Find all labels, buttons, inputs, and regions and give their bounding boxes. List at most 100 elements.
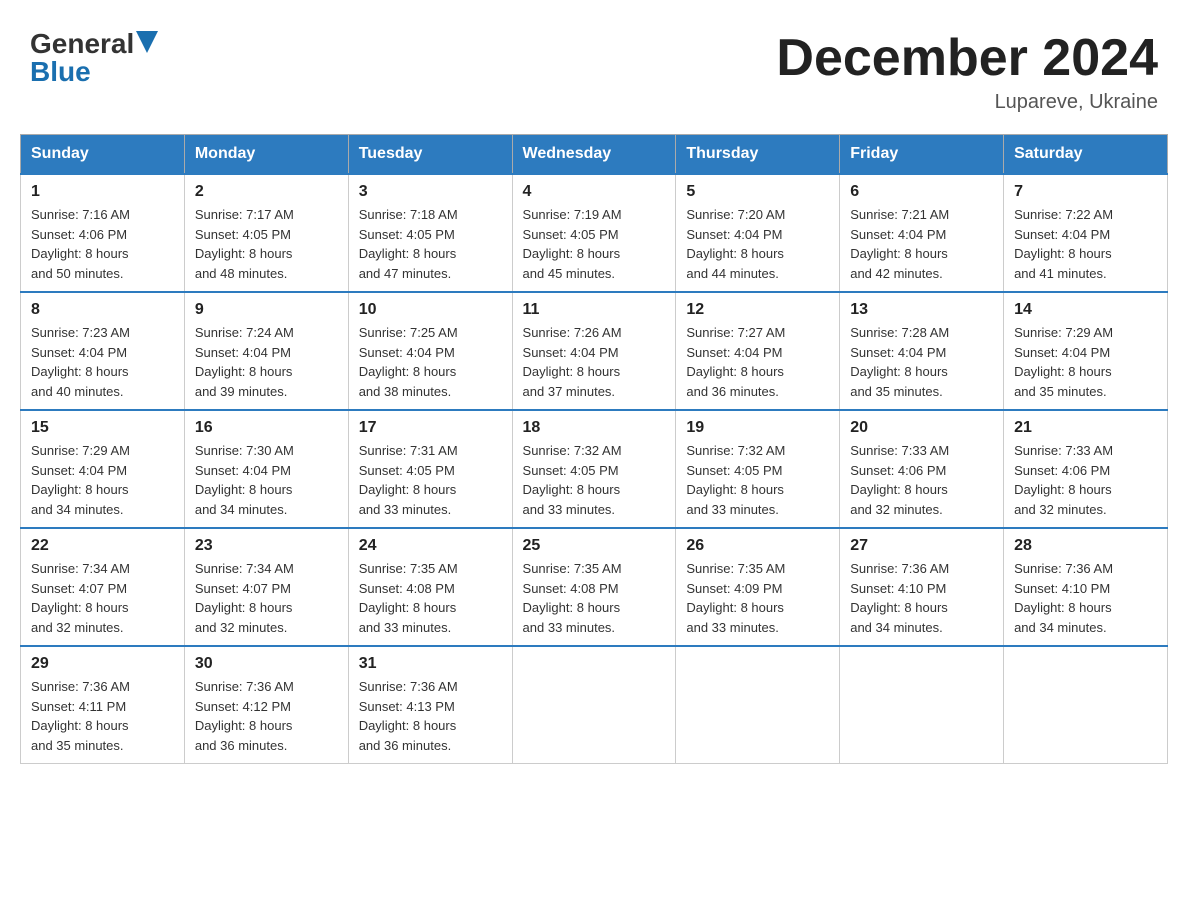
calendar-week-row: 8 Sunrise: 7:23 AMSunset: 4:04 PMDayligh…: [21, 292, 1168, 410]
day-number: 10: [359, 301, 502, 319]
col-friday: Friday: [840, 135, 1004, 175]
day-number: 8: [31, 301, 174, 319]
calendar-day-cell: 26 Sunrise: 7:35 AMSunset: 4:09 PMDaylig…: [676, 528, 840, 646]
day-number: 11: [523, 301, 666, 319]
day-info: Sunrise: 7:34 AMSunset: 4:07 PMDaylight:…: [195, 561, 294, 635]
calendar-day-cell: 31 Sunrise: 7:36 AMSunset: 4:13 PMDaylig…: [348, 646, 512, 764]
day-number: 16: [195, 419, 338, 437]
calendar-day-cell: 5 Sunrise: 7:20 AMSunset: 4:04 PMDayligh…: [676, 174, 840, 292]
month-year-title: December 2024: [776, 30, 1158, 87]
calendar-day-cell: [676, 646, 840, 764]
day-info: Sunrise: 7:36 AMSunset: 4:10 PMDaylight:…: [850, 561, 949, 635]
day-info: Sunrise: 7:32 AMSunset: 4:05 PMDaylight:…: [523, 443, 622, 517]
day-info: Sunrise: 7:27 AMSunset: 4:04 PMDaylight:…: [686, 325, 785, 399]
calendar-day-cell: 17 Sunrise: 7:31 AMSunset: 4:05 PMDaylig…: [348, 410, 512, 528]
col-thursday: Thursday: [676, 135, 840, 175]
day-info: Sunrise: 7:21 AMSunset: 4:04 PMDaylight:…: [850, 207, 949, 281]
page-header: General Blue December 2024 Lupareve, Ukr…: [20, 20, 1168, 114]
logo-triangle-icon: [136, 31, 158, 53]
day-info: Sunrise: 7:24 AMSunset: 4:04 PMDaylight:…: [195, 325, 294, 399]
calendar-day-cell: 28 Sunrise: 7:36 AMSunset: 4:10 PMDaylig…: [1004, 528, 1168, 646]
day-info: Sunrise: 7:33 AMSunset: 4:06 PMDaylight:…: [850, 443, 949, 517]
day-info: Sunrise: 7:29 AMSunset: 4:04 PMDaylight:…: [1014, 325, 1113, 399]
day-number: 18: [523, 419, 666, 437]
calendar-day-cell: 4 Sunrise: 7:19 AMSunset: 4:05 PMDayligh…: [512, 174, 676, 292]
day-info: Sunrise: 7:26 AMSunset: 4:04 PMDaylight:…: [523, 325, 622, 399]
col-monday: Monday: [184, 135, 348, 175]
day-info: Sunrise: 7:30 AMSunset: 4:04 PMDaylight:…: [195, 443, 294, 517]
logo: General Blue: [30, 30, 158, 86]
day-number: 23: [195, 537, 338, 555]
calendar-day-cell: 12 Sunrise: 7:27 AMSunset: 4:04 PMDaylig…: [676, 292, 840, 410]
calendar-day-cell: 6 Sunrise: 7:21 AMSunset: 4:04 PMDayligh…: [840, 174, 1004, 292]
day-number: 31: [359, 655, 502, 673]
day-info: Sunrise: 7:35 AMSunset: 4:08 PMDaylight:…: [523, 561, 622, 635]
day-info: Sunrise: 7:20 AMSunset: 4:04 PMDaylight:…: [686, 207, 785, 281]
day-number: 4: [523, 183, 666, 201]
calendar-day-cell: [1004, 646, 1168, 764]
day-info: Sunrise: 7:33 AMSunset: 4:06 PMDaylight:…: [1014, 443, 1113, 517]
day-info: Sunrise: 7:18 AMSunset: 4:05 PMDaylight:…: [359, 207, 458, 281]
day-info: Sunrise: 7:29 AMSunset: 4:04 PMDaylight:…: [31, 443, 130, 517]
day-number: 3: [359, 183, 502, 201]
col-saturday: Saturday: [1004, 135, 1168, 175]
day-info: Sunrise: 7:19 AMSunset: 4:05 PMDaylight:…: [523, 207, 622, 281]
logo-general: General: [30, 30, 134, 58]
day-info: Sunrise: 7:36 AMSunset: 4:11 PMDaylight:…: [31, 679, 130, 753]
calendar-day-cell: 7 Sunrise: 7:22 AMSunset: 4:04 PMDayligh…: [1004, 174, 1168, 292]
calendar-week-row: 1 Sunrise: 7:16 AMSunset: 4:06 PMDayligh…: [21, 174, 1168, 292]
day-info: Sunrise: 7:36 AMSunset: 4:12 PMDaylight:…: [195, 679, 294, 753]
location-subtitle: Lupareve, Ukraine: [776, 91, 1158, 114]
calendar-day-cell: [512, 646, 676, 764]
calendar-week-row: 29 Sunrise: 7:36 AMSunset: 4:11 PMDaylig…: [21, 646, 1168, 764]
day-number: 14: [1014, 301, 1157, 319]
day-number: 29: [31, 655, 174, 673]
calendar-day-cell: 16 Sunrise: 7:30 AMSunset: 4:04 PMDaylig…: [184, 410, 348, 528]
calendar-day-cell: 21 Sunrise: 7:33 AMSunset: 4:06 PMDaylig…: [1004, 410, 1168, 528]
day-info: Sunrise: 7:25 AMSunset: 4:04 PMDaylight:…: [359, 325, 458, 399]
day-number: 21: [1014, 419, 1157, 437]
calendar-table: Sunday Monday Tuesday Wednesday Thursday…: [20, 134, 1168, 764]
calendar-day-cell: 3 Sunrise: 7:18 AMSunset: 4:05 PMDayligh…: [348, 174, 512, 292]
calendar-day-cell: 10 Sunrise: 7:25 AMSunset: 4:04 PMDaylig…: [348, 292, 512, 410]
day-info: Sunrise: 7:17 AMSunset: 4:05 PMDaylight:…: [195, 207, 294, 281]
title-block: December 2024 Lupareve, Ukraine: [776, 30, 1158, 114]
calendar-day-cell: 11 Sunrise: 7:26 AMSunset: 4:04 PMDaylig…: [512, 292, 676, 410]
calendar-day-cell: 24 Sunrise: 7:35 AMSunset: 4:08 PMDaylig…: [348, 528, 512, 646]
calendar-day-cell: 27 Sunrise: 7:36 AMSunset: 4:10 PMDaylig…: [840, 528, 1004, 646]
day-info: Sunrise: 7:35 AMSunset: 4:08 PMDaylight:…: [359, 561, 458, 635]
calendar-day-cell: 18 Sunrise: 7:32 AMSunset: 4:05 PMDaylig…: [512, 410, 676, 528]
calendar-day-cell: 29 Sunrise: 7:36 AMSunset: 4:11 PMDaylig…: [21, 646, 185, 764]
day-info: Sunrise: 7:32 AMSunset: 4:05 PMDaylight:…: [686, 443, 785, 517]
calendar-header-row: Sunday Monday Tuesday Wednesday Thursday…: [21, 135, 1168, 175]
day-number: 13: [850, 301, 993, 319]
calendar-day-cell: 19 Sunrise: 7:32 AMSunset: 4:05 PMDaylig…: [676, 410, 840, 528]
calendar-day-cell: 2 Sunrise: 7:17 AMSunset: 4:05 PMDayligh…: [184, 174, 348, 292]
col-wednesday: Wednesday: [512, 135, 676, 175]
calendar-day-cell: 30 Sunrise: 7:36 AMSunset: 4:12 PMDaylig…: [184, 646, 348, 764]
day-number: 1: [31, 183, 174, 201]
day-info: Sunrise: 7:31 AMSunset: 4:05 PMDaylight:…: [359, 443, 458, 517]
day-info: Sunrise: 7:16 AMSunset: 4:06 PMDaylight:…: [31, 207, 130, 281]
day-number: 30: [195, 655, 338, 673]
calendar-day-cell: 14 Sunrise: 7:29 AMSunset: 4:04 PMDaylig…: [1004, 292, 1168, 410]
day-number: 27: [850, 537, 993, 555]
day-number: 19: [686, 419, 829, 437]
day-number: 12: [686, 301, 829, 319]
col-sunday: Sunday: [21, 135, 185, 175]
day-info: Sunrise: 7:35 AMSunset: 4:09 PMDaylight:…: [686, 561, 785, 635]
day-number: 25: [523, 537, 666, 555]
day-number: 20: [850, 419, 993, 437]
calendar-week-row: 15 Sunrise: 7:29 AMSunset: 4:04 PMDaylig…: [21, 410, 1168, 528]
calendar-day-cell: 23 Sunrise: 7:34 AMSunset: 4:07 PMDaylig…: [184, 528, 348, 646]
day-number: 17: [359, 419, 502, 437]
day-number: 28: [1014, 537, 1157, 555]
day-number: 15: [31, 419, 174, 437]
day-number: 5: [686, 183, 829, 201]
day-info: Sunrise: 7:36 AMSunset: 4:13 PMDaylight:…: [359, 679, 458, 753]
calendar-day-cell: [840, 646, 1004, 764]
col-tuesday: Tuesday: [348, 135, 512, 175]
day-info: Sunrise: 7:23 AMSunset: 4:04 PMDaylight:…: [31, 325, 130, 399]
day-info: Sunrise: 7:34 AMSunset: 4:07 PMDaylight:…: [31, 561, 130, 635]
calendar-day-cell: 20 Sunrise: 7:33 AMSunset: 4:06 PMDaylig…: [840, 410, 1004, 528]
